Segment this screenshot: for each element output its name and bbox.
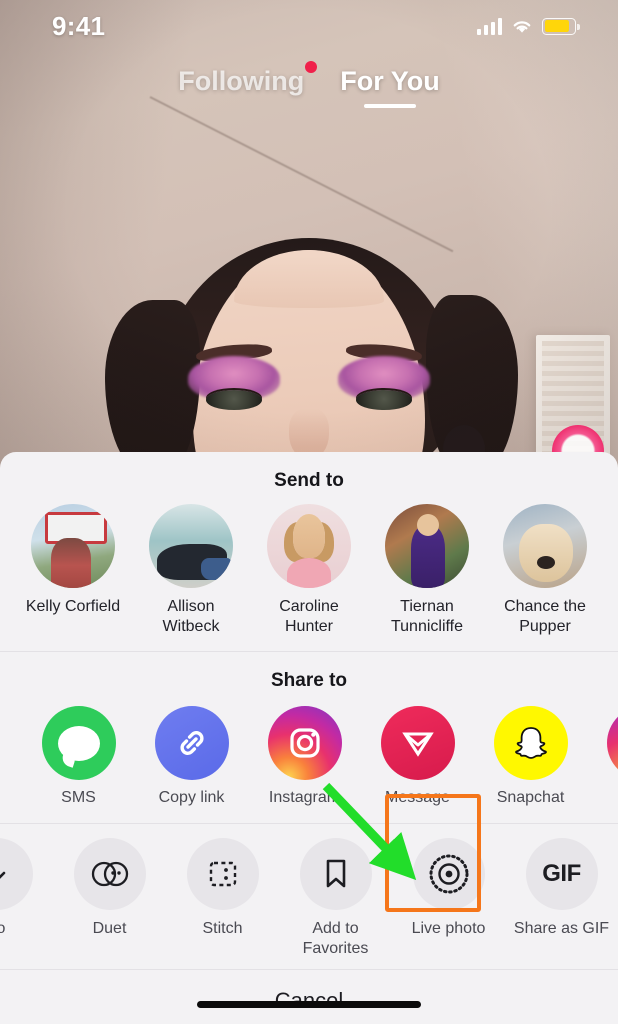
contact-chance-the-pupper[interactable]: Chance the Pupper <box>486 504 604 637</box>
phone-screen: 9:41 Following For You Send to Kelly Cor… <box>0 0 618 1024</box>
action-label: Share as GIF <box>513 920 610 937</box>
actions-row[interactable]: eo Duet <box>0 824 618 959</box>
avatar <box>149 504 233 588</box>
share-app-label: SMS <box>61 789 96 806</box>
share-app-copy-link[interactable]: Copy link <box>135 706 248 807</box>
action-label: Stitch <box>202 920 243 937</box>
share-app-label: Message <box>385 789 450 806</box>
action-label: Add to Favorites <box>302 920 369 957</box>
share-app-snapchat[interactable]: Snapchat <box>474 706 587 807</box>
action-stitch[interactable]: Stitch <box>166 838 279 959</box>
instagram-camera-icon <box>267 706 342 780</box>
action-label: eo <box>0 920 6 937</box>
paper-plane-icon <box>380 706 455 780</box>
contact-allison-witbeck[interactable]: Allison Witbeck <box>132 504 250 637</box>
home-indicator <box>197 1001 421 1008</box>
share-app-message[interactable]: Message <box>361 706 474 807</box>
gif-text-icon: GIF <box>525 838 598 910</box>
save-video-icon <box>0 838 33 910</box>
tab-following-label: Following <box>178 66 305 96</box>
wifi-icon <box>513 20 531 33</box>
share-to-title: Share to <box>270 670 348 691</box>
status-icons <box>476 17 580 35</box>
contact-name: Kelly Corfield <box>25 598 121 615</box>
send-to-contacts-row[interactable]: Kelly Corfield Allison Witbeck Caroline … <box>0 492 618 637</box>
share-app-label: Snapchat <box>496 789 565 806</box>
cellular-signal-icon <box>476 17 502 35</box>
notification-dot-icon <box>305 61 318 73</box>
share-app-partial[interactable] <box>587 706 618 807</box>
avatar <box>385 504 469 588</box>
action-save-video[interactable]: eo <box>0 838 53 959</box>
action-share-as-gif[interactable]: GIF Share as GIF <box>505 838 618 959</box>
action-label: Duet <box>92 920 127 937</box>
action-duet[interactable]: Duet <box>53 838 166 959</box>
avatar <box>31 504 115 588</box>
bookmark-icon <box>299 838 372 910</box>
instagram-story-icon <box>606 706 618 780</box>
share-app-label: Instagram <box>268 789 341 806</box>
action-label: Live photo <box>411 920 486 937</box>
stitch-frame-icon <box>186 838 259 910</box>
duet-circles-icon <box>73 838 146 910</box>
feed-tabs: Following For You <box>0 61 618 108</box>
contact-tiernan-tunnicliffe[interactable]: Tiernan Tunnicliffe <box>368 504 486 637</box>
snapchat-ghost-icon <box>493 706 568 780</box>
share-app-sms[interactable]: SMS <box>22 706 135 807</box>
contact-caroline-hunter[interactable]: Caroline Hunter <box>250 504 368 637</box>
tab-for-you-label: For You <box>340 66 440 96</box>
share-sheet: Send to Kelly Corfield Allison Witbeck C… <box>0 452 618 1024</box>
contact-kelly-corfield[interactable]: Kelly Corfield <box>14 504 132 637</box>
live-photo-icon <box>412 838 485 910</box>
contact-name: Chance the Pupper <box>504 598 586 635</box>
status-time: 9:41 <box>52 10 106 41</box>
tab-for-you[interactable]: For You <box>336 64 444 108</box>
battery-icon <box>542 17 580 35</box>
send-to-title: Send to <box>274 470 344 491</box>
contact-name: Allison Witbeck <box>162 598 220 635</box>
avatar <box>267 504 351 588</box>
status-bar: 9:41 <box>0 0 618 52</box>
share-to-apps-row[interactable]: SMS Copy link Instagram Message Snapchat <box>0 692 618 807</box>
share-app-instagram[interactable]: Instagram <box>248 706 361 807</box>
tab-following[interactable]: Following <box>174 61 318 107</box>
share-app-label: Copy link <box>158 789 225 806</box>
sms-message-bubble-icon <box>41 706 116 780</box>
cancel-button[interactable]: Cancel <box>0 970 618 1024</box>
avatar <box>503 504 587 588</box>
tab-active-underline <box>363 104 416 108</box>
contact-name: Tiernan Tunnicliffe <box>390 598 464 635</box>
contact-name: Caroline Hunter <box>279 598 339 635</box>
action-live-photo[interactable]: Live photo <box>392 838 505 959</box>
chain-link-icon <box>154 706 229 780</box>
action-add-to-favorites[interactable]: Add to Favorites <box>279 838 392 959</box>
